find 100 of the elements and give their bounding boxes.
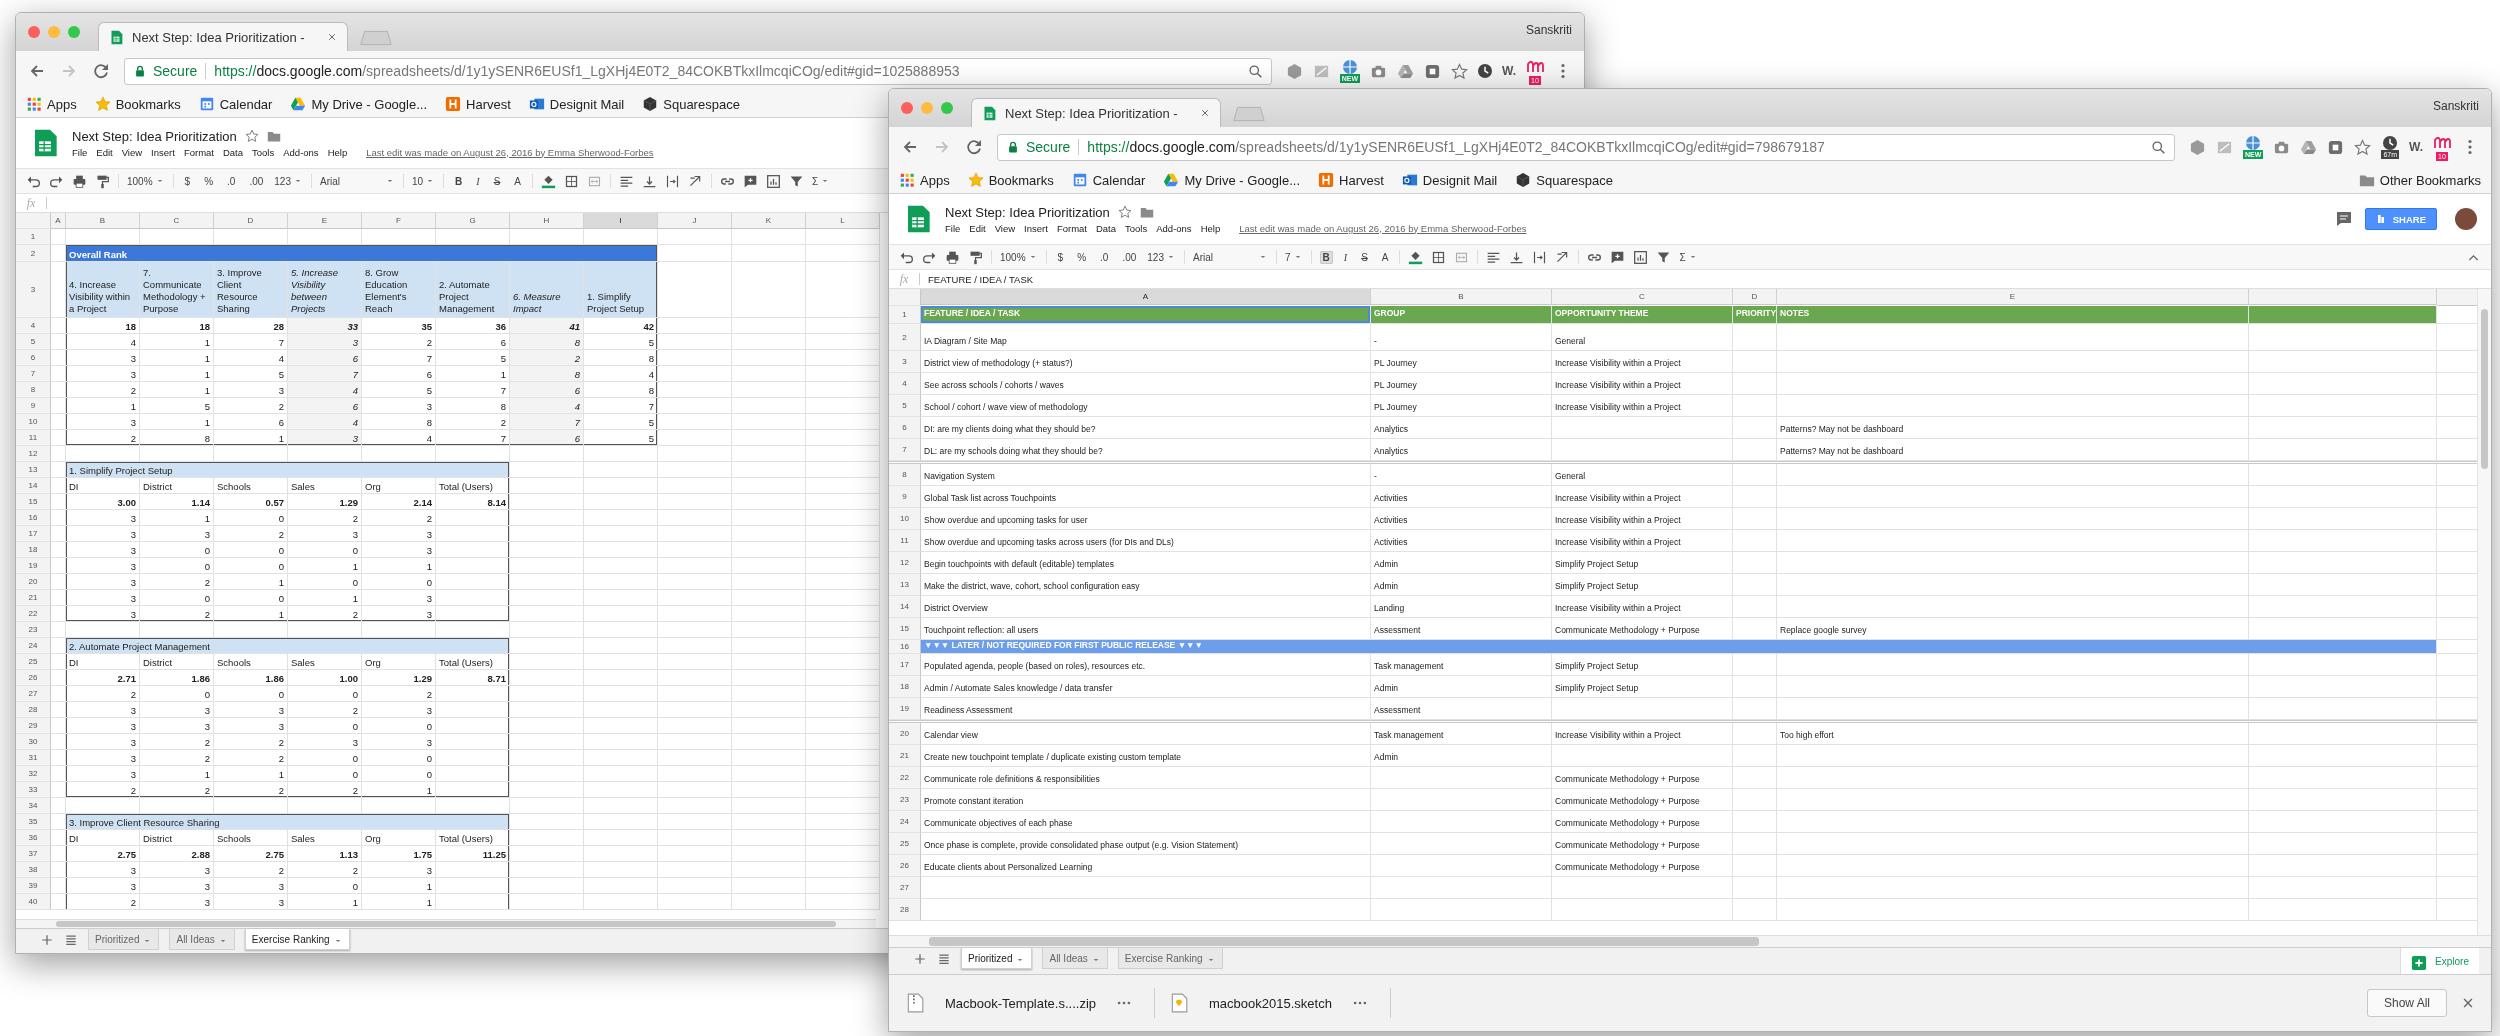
horizontal-scrollbar[interactable] bbox=[16, 919, 876, 928]
row-number[interactable]: 12 bbox=[16, 446, 51, 462]
folder-icon[interactable] bbox=[1139, 205, 1154, 219]
row-number[interactable]: 25 bbox=[889, 833, 921, 855]
percent-button[interactable]: % bbox=[1074, 250, 1090, 264]
column-header[interactable]: C bbox=[140, 213, 214, 229]
column-header[interactable]: C bbox=[1552, 289, 1733, 305]
menu-item[interactable]: Add-ons bbox=[283, 146, 319, 158]
row-number[interactable]: 15 bbox=[889, 618, 921, 640]
strikethrough-button[interactable]: S bbox=[490, 174, 504, 188]
comment-icon[interactable] bbox=[2334, 210, 2353, 228]
bookmark-link[interactable]: Bookmarks bbox=[967, 172, 1054, 188]
row-number[interactable]: 26 bbox=[16, 670, 51, 686]
font-dropdown[interactable]: Arial bbox=[1193, 251, 1268, 263]
row-number[interactable]: 14 bbox=[889, 596, 921, 618]
text-wrap-icon[interactable] bbox=[665, 173, 681, 189]
star-icon[interactable] bbox=[1117, 205, 1132, 219]
drive-icon[interactable] bbox=[1397, 62, 1414, 80]
italic-button[interactable]: I bbox=[1340, 250, 1351, 264]
square-icon[interactable] bbox=[1424, 62, 1441, 80]
vertical-scrollbar[interactable] bbox=[2477, 289, 2491, 935]
menu-item[interactable]: Edit bbox=[969, 222, 986, 234]
row-number[interactable]: 19 bbox=[16, 558, 51, 574]
drive-icon[interactable] bbox=[2300, 138, 2318, 156]
extension-button[interactable] bbox=[1478, 64, 1492, 78]
row-number[interactable]: 1 bbox=[889, 306, 921, 324]
column-header[interactable]: K bbox=[732, 213, 806, 229]
bold-button[interactable]: B bbox=[1319, 250, 1333, 264]
column-header[interactable]: F bbox=[362, 213, 436, 229]
profile-name[interactable]: Sanskriti bbox=[2433, 99, 2479, 113]
column-header[interactable]: E bbox=[288, 213, 362, 229]
address-field[interactable]: Secure https://docs.google.com/spreadsheets/d/1y1ySENR6EUSf1_LgXHj4E0T2_84COKBTkxIlmcqiCOg/edit#gid=798679187 bbox=[997, 133, 2176, 161]
menu-item[interactable]: Edit bbox=[96, 146, 113, 158]
row-number[interactable]: 14 bbox=[16, 478, 51, 494]
hexagon-icon[interactable] bbox=[2189, 138, 2207, 156]
menu-item[interactable]: Tools bbox=[1125, 222, 1148, 234]
row-number[interactable]: 12 bbox=[889, 552, 921, 574]
row-number[interactable]: 37 bbox=[16, 846, 51, 862]
borders-icon[interactable] bbox=[1431, 249, 1447, 265]
add-comment-icon[interactable] bbox=[743, 173, 759, 189]
row-number[interactable]: 10 bbox=[889, 508, 921, 530]
row-number[interactable]: 18 bbox=[16, 542, 51, 558]
column-header[interactable]: J bbox=[658, 213, 732, 229]
increase-decimals-button[interactable]: .00 bbox=[1119, 250, 1140, 264]
row-number[interactable]: 21 bbox=[16, 590, 51, 606]
currency-button[interactable]: $ bbox=[181, 174, 194, 188]
menu-item[interactable]: File bbox=[72, 146, 88, 158]
row-number[interactable]: 3 bbox=[16, 262, 51, 318]
row-number[interactable]: 17 bbox=[16, 526, 51, 542]
bookmark-link[interactable]: Apps bbox=[26, 96, 77, 112]
bookmark-link[interactable]: Other Bookmarks bbox=[2358, 172, 2481, 188]
row-number[interactable]: 21 bbox=[889, 745, 921, 767]
row-number[interactable]: 31 bbox=[16, 750, 51, 766]
column-header[interactable]: I bbox=[584, 213, 658, 229]
reload-icon[interactable] bbox=[965, 138, 983, 156]
chart-icon[interactable] bbox=[1633, 249, 1649, 265]
menu-item[interactable]: Help bbox=[327, 146, 348, 158]
last-edit-link[interactable]: Last edit was made on August 26, 2016 by Emma Sherwood-Forbes bbox=[366, 146, 654, 158]
column-header[interactable]: G bbox=[436, 213, 510, 229]
bookmark-link[interactable]: My Drive - Google... bbox=[1163, 172, 1301, 188]
star-icon[interactable] bbox=[1451, 62, 1468, 80]
row-number[interactable]: 9 bbox=[16, 398, 51, 414]
row-number[interactable]: 2 bbox=[889, 324, 921, 351]
row-number[interactable]: 36 bbox=[16, 830, 51, 846]
bookmark-link[interactable]: Squarespace bbox=[642, 96, 740, 112]
font-dropdown[interactable]: Arial bbox=[320, 175, 395, 187]
paint-bucket-icon[interactable] bbox=[1408, 249, 1424, 265]
row-number[interactable]: 38 bbox=[16, 862, 51, 878]
row-number[interactable]: 13 bbox=[889, 574, 921, 596]
row-number[interactable]: 28 bbox=[889, 899, 921, 921]
column-header[interactable]: E bbox=[1777, 289, 2249, 305]
address-field[interactable]: Secure https://docs.google.com/spreadsheets/d/1y1ySENR6EUSf1_LgXHj4E0T2_84COKBTkxIlmcqiCOg/edit#gid=1025888953 bbox=[124, 57, 1272, 85]
percent-button[interactable]: % bbox=[201, 174, 217, 188]
row-number[interactable]: 22 bbox=[16, 606, 51, 622]
row-number[interactable]: 10 bbox=[16, 414, 51, 430]
plus-icon[interactable] bbox=[40, 933, 54, 947]
search-icon[interactable] bbox=[2151, 139, 2167, 155]
row-number[interactable]: 23 bbox=[16, 622, 51, 638]
row-number[interactable]: 5 bbox=[16, 334, 51, 350]
column-header[interactable]: B bbox=[1371, 289, 1552, 305]
row-number[interactable]: 39 bbox=[16, 878, 51, 894]
row-number[interactable]: 26 bbox=[889, 855, 921, 877]
square-icon[interactable] bbox=[2327, 138, 2345, 156]
row-number[interactable]: 4 bbox=[16, 318, 51, 334]
download-item[interactable]: Macbook-Template.s....zip bbox=[945, 995, 1096, 1011]
row-number[interactable]: 29 bbox=[16, 718, 51, 734]
bookmark-link[interactable]: Apps bbox=[899, 172, 950, 188]
row-number[interactable]: 13 bbox=[16, 462, 51, 478]
search-icon[interactable] bbox=[1247, 63, 1263, 79]
column-header[interactable]: A bbox=[51, 213, 66, 229]
extension-button[interactable]: W. bbox=[1502, 64, 1516, 78]
sheet-tab[interactable]: All Ideas bbox=[1042, 948, 1108, 969]
menu-item[interactable]: Tools bbox=[252, 146, 275, 158]
bookmark-link[interactable]: Harvest bbox=[445, 96, 511, 112]
row-number[interactable]: 27 bbox=[16, 686, 51, 702]
row-number[interactable]: 27 bbox=[889, 877, 921, 899]
row-number[interactable]: 33 bbox=[16, 782, 51, 798]
decrease-decimals-button[interactable]: .0 bbox=[1097, 250, 1112, 264]
row-number[interactable]: 40 bbox=[16, 894, 51, 910]
star-icon[interactable] bbox=[244, 129, 259, 143]
